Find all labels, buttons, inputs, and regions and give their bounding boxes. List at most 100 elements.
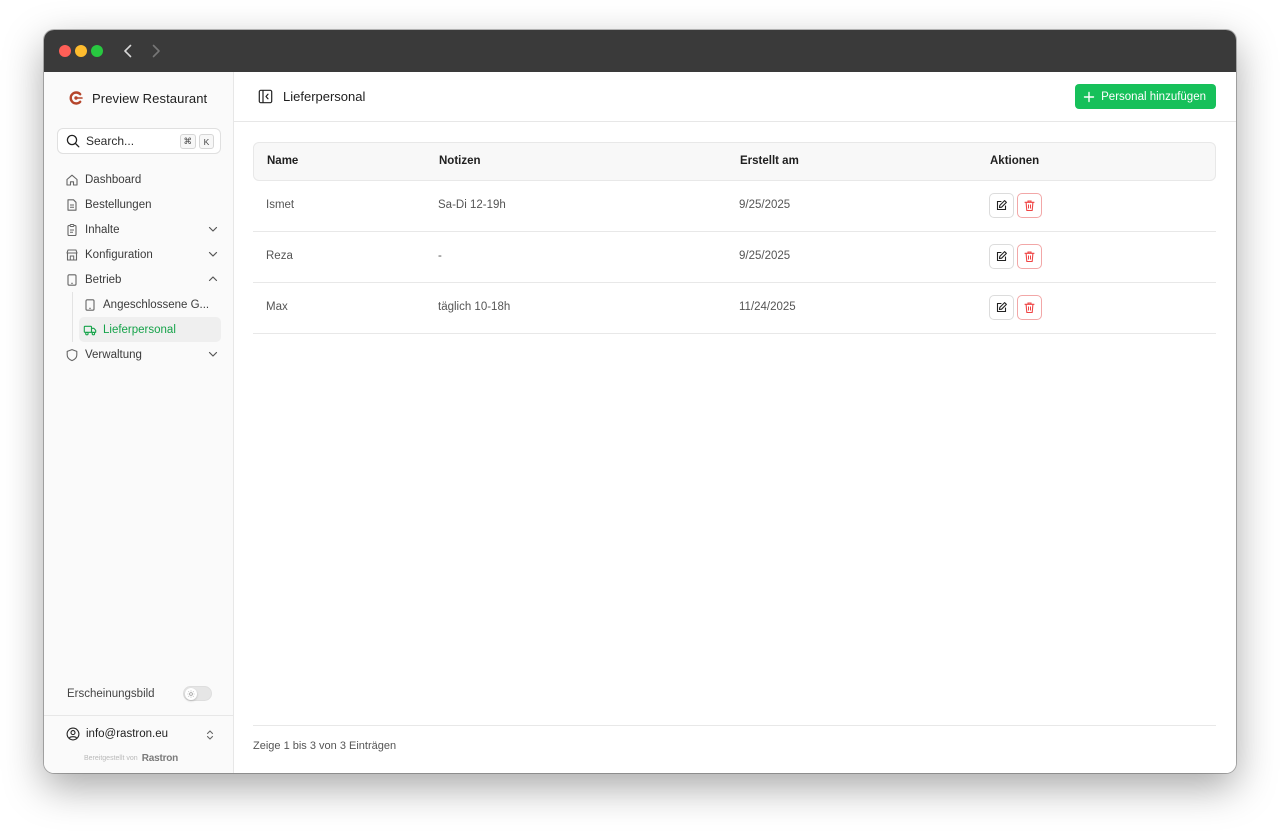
close-window-button[interactable] [59, 45, 71, 57]
personnel-table: Name Notizen Erstellt am Aktionen Ismet … [253, 142, 1216, 334]
betrieb-submenu: Angeschlossene G... Lieferpersonal [72, 292, 221, 342]
cell-created: 9/25/2025 [739, 199, 791, 211]
store-icon [65, 248, 79, 262]
add-personnel-button[interactable]: Personal hinzufügen [1075, 84, 1216, 109]
sidebar-item-betrieb[interactable]: Betrieb [61, 267, 221, 292]
cell-name: Max [266, 301, 288, 313]
cell-created: 9/25/2025 [739, 250, 791, 262]
truck-icon [83, 323, 97, 337]
sidebar-footer: info@rastron.eu Bereitgestellt von Rastr… [44, 715, 233, 773]
title-bar [44, 30, 1236, 72]
cell-notes: täglich 10-18h [438, 301, 511, 313]
cell-created: 11/24/2025 [739, 301, 796, 313]
user-circle-icon [66, 727, 80, 741]
sidebar-item-inhalte[interactable]: Inhalte [61, 217, 221, 242]
powered-by: Bereitgestellt von Rastron [84, 753, 178, 764]
chevron-up-icon[interactable] [207, 273, 219, 285]
brand-logo-icon [68, 90, 84, 106]
page-header: Lieferpersonal Personal hinzufügen [234, 72, 1236, 122]
tablet-icon [65, 273, 79, 287]
document-icon [65, 198, 79, 212]
sidebar-item-label: Betrieb [85, 273, 122, 286]
zoom-window-button[interactable] [91, 45, 103, 57]
sidebar-item-label: Dashboard [85, 173, 142, 186]
sidebar-item-bestellungen[interactable]: Bestellungen [61, 192, 221, 217]
shield-icon [65, 348, 79, 362]
trash-icon [1024, 302, 1035, 314]
sidebar-item-label: Inhalte [85, 223, 120, 236]
edit-button[interactable] [989, 244, 1014, 269]
chevron-down-icon[interactable] [207, 248, 219, 260]
sidebar-item-label: Bestellungen [85, 198, 152, 211]
chevron-down-icon[interactable] [207, 348, 219, 360]
edit-button[interactable] [989, 295, 1014, 320]
row-actions [989, 295, 1045, 320]
sidebar-toggle-icon[interactable] [258, 89, 273, 104]
theme-toggle[interactable] [183, 686, 212, 701]
appearance-label: Erscheinungsbild [67, 688, 155, 700]
app-window: Preview Restaurant Search... ⌘ K Dashboa… [44, 30, 1236, 773]
table-row: Max täglich 10-18h 11/24/2025 [253, 283, 1216, 334]
chevron-up-down-icon [204, 728, 216, 740]
column-header-created[interactable]: Erstellt am [740, 155, 799, 167]
search-placeholder: Search... [86, 134, 135, 148]
minimize-window-button[interactable] [75, 45, 87, 57]
home-icon [65, 173, 79, 187]
table-header: Name Notizen Erstellt am Aktionen [253, 142, 1216, 181]
trash-icon [1024, 251, 1035, 263]
delete-button[interactable] [1017, 244, 1042, 269]
cell-notes: - [438, 250, 442, 262]
search-icon [66, 134, 80, 148]
cell-notes: Sa-Di 12-19h [438, 199, 506, 211]
user-email: info@rastron.eu [86, 728, 168, 740]
chevron-left-icon[interactable] [118, 41, 138, 61]
appearance-setting: Erscheinungsbild [67, 685, 212, 703]
sidebar-item-verwaltung[interactable]: Verwaltung [61, 342, 221, 367]
page-title: Lieferpersonal [283, 89, 366, 104]
chevron-right-icon[interactable] [146, 41, 166, 61]
sidebar-item-label: Lieferpersonal [103, 323, 176, 336]
row-actions [989, 193, 1045, 218]
brand-name: Preview Restaurant [92, 90, 208, 106]
cell-name: Ismet [266, 199, 295, 211]
sidebar-menu: Dashboard Bestellungen Inhalte Konfigura… [61, 167, 221, 367]
shortcut-cmd-key: ⌘ [179, 134, 196, 149]
delete-button[interactable] [1017, 193, 1042, 218]
column-header-name[interactable]: Name [267, 155, 298, 167]
sidebar-item-label: Angeschlossene G... [103, 298, 210, 311]
shortcut-k-key: K [199, 134, 214, 149]
main-content: Lieferpersonal Personal hinzufügen Name … [234, 72, 1236, 773]
sidebar-item-konfiguration[interactable]: Konfiguration [61, 242, 221, 267]
table-row: Ismet Sa-Di 12-19h 9/25/2025 [253, 181, 1216, 232]
brand[interactable]: Preview Restaurant [68, 88, 207, 108]
sun-icon [185, 688, 197, 700]
powered-by-text: Bereitgestellt von [84, 755, 138, 762]
sidebar-item-angeschlossene-geraete[interactable]: Angeschlossene G... [79, 292, 221, 317]
column-header-actions: Aktionen [990, 155, 1040, 167]
edit-icon [996, 302, 1007, 313]
search-box[interactable]: Search... ⌘ K [57, 128, 221, 154]
edit-button[interactable] [989, 193, 1014, 218]
sidebar: Preview Restaurant Search... ⌘ K Dashboa… [44, 72, 234, 773]
edit-icon [996, 200, 1007, 211]
add-personnel-label: Personal hinzufügen [1101, 90, 1206, 103]
table-row: Reza - 9/25/2025 [253, 232, 1216, 283]
sidebar-item-dashboard[interactable]: Dashboard [61, 167, 221, 192]
tablet-icon [83, 298, 97, 312]
column-header-notes[interactable]: Notizen [439, 155, 481, 167]
sidebar-item-label: Konfiguration [85, 248, 153, 261]
table-footer: Zeige 1 bis 3 von 3 Einträgen [253, 725, 1216, 752]
sidebar-item-lieferpersonal[interactable]: Lieferpersonal [79, 317, 221, 342]
trash-icon [1024, 200, 1035, 212]
sidebar-item-label: Verwaltung [85, 348, 142, 361]
powered-by-brand: Rastron [141, 753, 179, 764]
user-menu[interactable]: info@rastron.eu [66, 727, 216, 741]
row-actions [989, 244, 1045, 269]
plus-icon [1083, 91, 1095, 103]
cell-name: Reza [266, 250, 293, 262]
clipboard-icon [65, 223, 79, 237]
chevron-down-icon[interactable] [207, 223, 219, 235]
edit-icon [996, 251, 1007, 262]
pagination-summary: Zeige 1 bis 3 von 3 Einträgen [253, 740, 397, 752]
delete-button[interactable] [1017, 295, 1042, 320]
